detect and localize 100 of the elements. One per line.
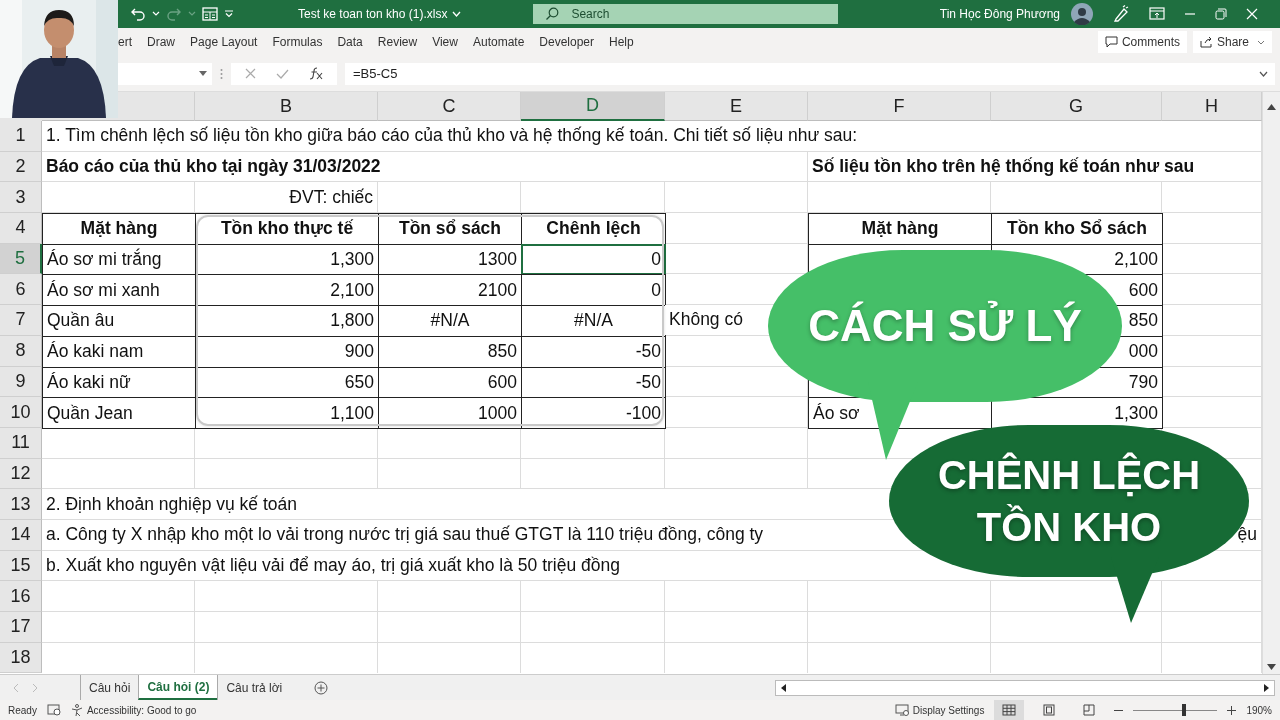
- normal-view-button[interactable]: [994, 700, 1025, 720]
- search-field[interactable]: Search: [533, 4, 839, 24]
- ribbon-tab[interactable]: Automate: [472, 35, 525, 49]
- accessibility-status[interactable]: Accessibility: Good to go: [86, 704, 197, 716]
- caret-icon: [1257, 39, 1265, 45]
- caret-icon[interactable]: [452, 11, 462, 17]
- comments-button[interactable]: Comments: [1097, 31, 1187, 53]
- zoom-in-icon[interactable]: [1227, 705, 1237, 715]
- column-header[interactable]: D: [521, 92, 665, 121]
- table-cell: 1300: [378, 243, 522, 276]
- table-cell: 0: [521, 243, 666, 276]
- row-header[interactable]: 2: [0, 151, 42, 183]
- form-icon[interactable]: [202, 7, 218, 21]
- table-cell: Áo kaki nam: [42, 335, 196, 368]
- table-cell: 850: [378, 335, 522, 368]
- column-header[interactable]: B: [195, 92, 378, 121]
- row-header[interactable]: 12: [0, 458, 42, 490]
- customize-icon[interactable]: [224, 10, 234, 18]
- macro-icon[interactable]: [46, 704, 61, 716]
- horizontal-scrollbar[interactable]: [775, 679, 1275, 696]
- row-header[interactable]: 9: [0, 366, 42, 398]
- row-header[interactable]: 10: [0, 397, 42, 428]
- ribbon-tab[interactable]: Page Layout: [190, 35, 258, 49]
- table-cell: Chênh lệch: [521, 213, 666, 245]
- check-icon[interactable]: [276, 68, 289, 79]
- pen-icon[interactable]: [1112, 5, 1130, 23]
- table-cell: Tồn kho Sổ sách: [991, 213, 1163, 245]
- scroll-down-icon[interactable]: [1267, 664, 1276, 670]
- table-cell: -50: [521, 366, 666, 399]
- table-cell: Áo kaki nữ: [42, 366, 196, 399]
- table-cell: Áo sơ mi xanh: [42, 274, 196, 307]
- table-cell: Tồn sổ sách: [378, 213, 522, 245]
- expand-icon[interactable]: [1259, 71, 1268, 77]
- ribbon-tab[interactable]: Formulas: [272, 35, 323, 49]
- table-cell: #N/A: [378, 305, 522, 337]
- comment-icon: [1104, 36, 1118, 48]
- row-header[interactable]: 11: [0, 427, 42, 459]
- function-icon[interactable]: [309, 67, 323, 80]
- close-icon[interactable]: [1246, 8, 1258, 20]
- row-header[interactable]: 13: [0, 489, 42, 520]
- column-header[interactable]: F: [808, 92, 991, 121]
- ribbon-tab[interactable]: Help: [609, 35, 634, 49]
- row-header[interactable]: 18: [0, 642, 42, 674]
- table-cell: 0: [521, 274, 666, 307]
- table-cell: Mặt hàng: [42, 213, 196, 245]
- scroll-left-icon[interactable]: [781, 683, 786, 692]
- table-cell: -100: [521, 397, 666, 429]
- grid-icon: [1002, 704, 1017, 716]
- caret-icon: [199, 71, 207, 76]
- window-title[interactable]: Test ke toan ton kho (1).xlsx: [298, 7, 448, 21]
- column-header[interactable]: H: [1162, 92, 1262, 121]
- share-icon: [1199, 36, 1213, 48]
- formula-field[interactable]: =B5-C5: [345, 62, 1275, 85]
- zoom-level[interactable]: 190%: [1246, 704, 1272, 716]
- row-header[interactable]: 6: [0, 274, 42, 306]
- row-header[interactable]: 1: [0, 121, 42, 152]
- table-cell: 1,100: [195, 397, 379, 429]
- avatar-icon[interactable]: [1071, 3, 1093, 25]
- table-cell: #N/A: [521, 305, 666, 337]
- row-header[interactable]: 5: [0, 243, 42, 275]
- ribbon-tab[interactable]: ert: [118, 35, 132, 49]
- user-name[interactable]: Tin Học Đông Phương: [939, 7, 1060, 21]
- ribbon-tab[interactable]: Review: [377, 35, 418, 49]
- add-sheet-icon[interactable]: [314, 680, 329, 695]
- table-cell: Quần Jean: [42, 397, 196, 429]
- row-header[interactable]: 14: [0, 519, 42, 551]
- undo-icon[interactable]: [130, 6, 146, 22]
- share-button[interactable]: Share: [1192, 31, 1272, 53]
- sheet-tab[interactable]: Câu hỏi (2): [138, 675, 218, 700]
- row-header[interactable]: 17: [0, 612, 42, 643]
- row-header[interactable]: 16: [0, 581, 42, 612]
- restore-icon[interactable]: [1215, 8, 1227, 20]
- caret-icon[interactable]: [152, 11, 160, 17]
- display-icon: [894, 704, 910, 716]
- page-icon: [1043, 704, 1056, 716]
- row-header[interactable]: 8: [0, 335, 42, 367]
- table-cell: 1000: [378, 397, 522, 429]
- column-header[interactable]: C: [378, 92, 521, 121]
- display-settings-button[interactable]: Display Settings: [912, 704, 985, 716]
- ribbon-tab[interactable]: Data: [337, 35, 363, 49]
- scroll-right-icon[interactable]: [1264, 683, 1269, 692]
- table-cell: Tồn kho thực tế: [195, 213, 379, 245]
- row-header[interactable]: 7: [0, 305, 42, 336]
- table-cell: Mặt hàng: [808, 213, 992, 245]
- ribbon-tab[interactable]: View: [432, 35, 458, 49]
- caret-icon: [188, 11, 196, 17]
- ribbon-display-icon[interactable]: [1149, 7, 1165, 21]
- column-header[interactable]: E: [665, 92, 808, 121]
- row-header[interactable]: 15: [0, 550, 42, 582]
- page-break-icon: [1083, 704, 1096, 716]
- row-header[interactable]: 3: [0, 182, 42, 214]
- scroll-up-icon[interactable]: [1267, 104, 1276, 110]
- ribbon-tab[interactable]: Draw: [147, 35, 176, 49]
- grip-icon: [220, 67, 223, 80]
- ribbon-tab[interactable]: Developer: [539, 35, 595, 49]
- row-header[interactable]: 4: [0, 213, 42, 244]
- vertical-scrollbar[interactable]: [1262, 92, 1280, 674]
- redo-icon: [166, 6, 182, 22]
- column-header[interactable]: G: [991, 92, 1162, 121]
- accessibility-icon: [70, 703, 84, 717]
